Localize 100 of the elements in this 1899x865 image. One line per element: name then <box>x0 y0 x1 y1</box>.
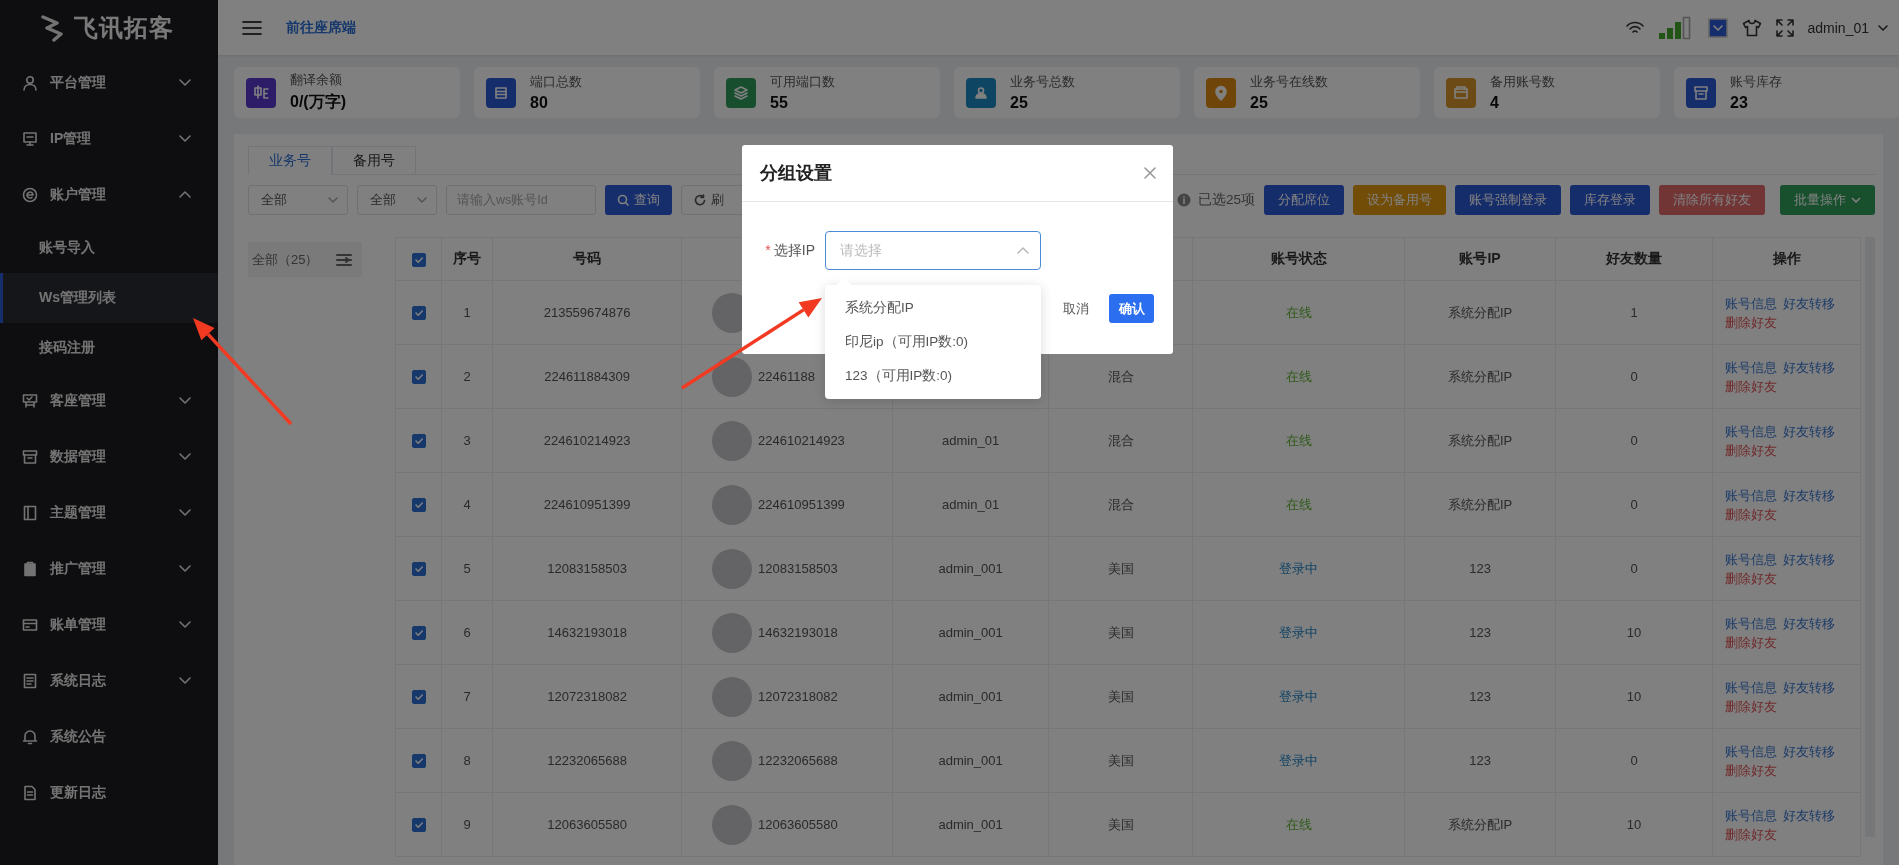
column-header: 序号 <box>453 250 482 266</box>
sidebar-item[interactable]: 账户管理 <box>0 167 218 223</box>
checkbox[interactable] <box>411 306 426 321</box>
phone-number: 224610214923 <box>543 433 631 448</box>
action-link[interactable]: 账号信息 <box>1725 743 1778 759</box>
checkbox[interactable] <box>411 253 426 268</box>
phone-number: 213559674876 <box>543 305 631 320</box>
action-link[interactable]: 账号信息 <box>1725 487 1778 503</box>
action-link[interactable]: 好友转移 <box>1783 359 1836 375</box>
sidebar-item[interactable]: 账单管理 <box>0 597 218 653</box>
sidebar-item[interactable]: 数据管理 <box>0 429 218 485</box>
search-icon <box>617 194 629 206</box>
action-link[interactable]: 账号信息 <box>1725 615 1778 631</box>
status-text: 在线 <box>1285 368 1312 384</box>
action-link[interactable]: 好友转移 <box>1783 423 1836 439</box>
operator-name: admin_001 <box>938 625 1003 640</box>
sidebar-item[interactable]: 客座管理 <box>0 373 218 429</box>
action-link[interactable]: 好友转移 <box>1783 551 1836 567</box>
sidebar-item[interactable]: 更新日志 <box>0 765 218 821</box>
action-button[interactable]: 账号强制登录 <box>1455 185 1561 215</box>
sidebar-item[interactable]: 主题管理 <box>0 485 218 541</box>
submenu-item[interactable]: 账号导入 <box>0 223 218 273</box>
cancel-button[interactable]: 取消 <box>1059 295 1093 322</box>
check-icon <box>413 308 424 319</box>
action-link[interactable]: 账号信息 <box>1725 551 1778 567</box>
action-link[interactable]: 好友转移 <box>1783 807 1836 823</box>
dropdown-option[interactable]: 123（可用IP数:0) <box>825 359 1041 393</box>
sidebar-item[interactable]: IP管理 <box>0 111 218 167</box>
operator-name: admin_001 <box>938 753 1003 768</box>
delete-link[interactable]: 删除好友 <box>1725 570 1778 586</box>
seat-link[interactable]: 前往座席端 <box>286 18 1602 37</box>
checkbox[interactable] <box>411 754 426 769</box>
delete-link[interactable]: 删除好友 <box>1725 698 1778 714</box>
dropdown-option[interactable]: 印尼ip（可用IP数:0) <box>825 325 1041 359</box>
action-link[interactable]: 好友转移 <box>1783 295 1836 311</box>
action-link[interactable]: 好友转移 <box>1783 487 1836 503</box>
fullscreen-icon[interactable] <box>1775 18 1794 37</box>
action-button[interactable]: 设为备用号 <box>1353 185 1446 215</box>
stat-value: 25 <box>1010 93 1029 112</box>
submenu-item[interactable]: 接码注册 <box>0 323 218 373</box>
ip-select[interactable]: 请选择 <box>825 231 1041 270</box>
check-icon <box>413 820 424 831</box>
checkbox[interactable] <box>411 370 426 385</box>
avatar <box>712 356 753 397</box>
action-link[interactable]: 账号信息 <box>1725 359 1778 375</box>
dropdown-icon[interactable] <box>1707 17 1728 38</box>
action-link[interactable]: 好友转移 <box>1783 615 1836 631</box>
nickname: 12232065688 <box>758 753 838 768</box>
checkbox[interactable] <box>411 626 426 641</box>
action-button[interactable]: 库存登录 <box>1570 185 1650 215</box>
checkbox[interactable] <box>411 562 426 577</box>
phone-number: 224611884309 <box>544 369 630 384</box>
batch-menu-button[interactable]: 批量操作 <box>1780 185 1875 215</box>
filter-select[interactable]: 全部 <box>248 185 348 215</box>
action-link[interactable]: 好友转移 <box>1783 679 1836 695</box>
action-link[interactable]: 账号信息 <box>1725 679 1778 695</box>
close-icon[interactable] <box>1143 166 1157 180</box>
sidebar-item[interactable]: 系统公告 <box>0 709 218 765</box>
checkbox[interactable] <box>411 818 426 833</box>
group-filter[interactable]: 全部（25） <box>248 242 363 277</box>
friend-count: 0 <box>1630 497 1638 512</box>
action-button[interactable]: 分配席位 <box>1264 185 1344 215</box>
delete-link[interactable]: 删除好友 <box>1725 762 1778 778</box>
action-link[interactable]: 好友转移 <box>1783 743 1836 759</box>
checkbox[interactable] <box>411 690 426 705</box>
delete-link[interactable]: 删除好友 <box>1725 634 1778 650</box>
sidebar-item[interactable]: 系统日志 <box>0 653 218 709</box>
dropdown-option[interactable]: 系统分配IP <box>825 291 1041 325</box>
logo-text: 飞讯拓客 <box>74 12 174 43</box>
action-button[interactable]: 清除所有好友 <box>1659 185 1765 215</box>
delete-link[interactable]: 删除好友 <box>1725 506 1778 522</box>
filter-select[interactable]: 全部 <box>357 185 437 215</box>
stat-value: 4 <box>1490 93 1500 112</box>
action-link[interactable]: 账号信息 <box>1725 807 1778 823</box>
stat-label: 端口总数 <box>530 73 582 91</box>
menu-icon[interactable] <box>242 18 262 37</box>
checkbox[interactable] <box>411 434 426 449</box>
nickname: 224610951399 <box>758 497 845 512</box>
submenu-item[interactable]: Ws管理列表 <box>0 273 218 323</box>
tab[interactable]: 备用号 <box>332 146 416 174</box>
action-link[interactable]: 账号信息 <box>1725 295 1778 311</box>
refresh-icon <box>694 194 706 206</box>
operator-name: admin_001 <box>938 561 1003 576</box>
friend-count: 1 <box>1630 305 1638 320</box>
confirm-button[interactable]: 确认 <box>1109 294 1154 323</box>
delete-link[interactable]: 删除好友 <box>1725 314 1778 330</box>
tab[interactable]: 业务号 <box>248 146 332 175</box>
delete-link[interactable]: 删除好友 <box>1725 442 1778 458</box>
query-button[interactable]: 查询 <box>605 185 672 215</box>
action-link[interactable]: 账号信息 <box>1725 423 1778 439</box>
delete-link[interactable]: 删除好友 <box>1725 378 1778 394</box>
field-label: * 选择IP <box>764 241 815 260</box>
checkbox[interactable] <box>411 498 426 513</box>
sidebar-item[interactable]: 平台管理 <box>0 55 218 111</box>
user-menu[interactable]: admin_01 <box>1807 19 1889 36</box>
sidebar-item[interactable]: 推广管理 <box>0 541 218 597</box>
shirt-icon[interactable] <box>1741 18 1762 37</box>
delete-link[interactable]: 删除好友 <box>1725 826 1778 842</box>
column-header: 好友数量 <box>1606 250 1663 266</box>
ip-text: 123 <box>1469 753 1491 768</box>
